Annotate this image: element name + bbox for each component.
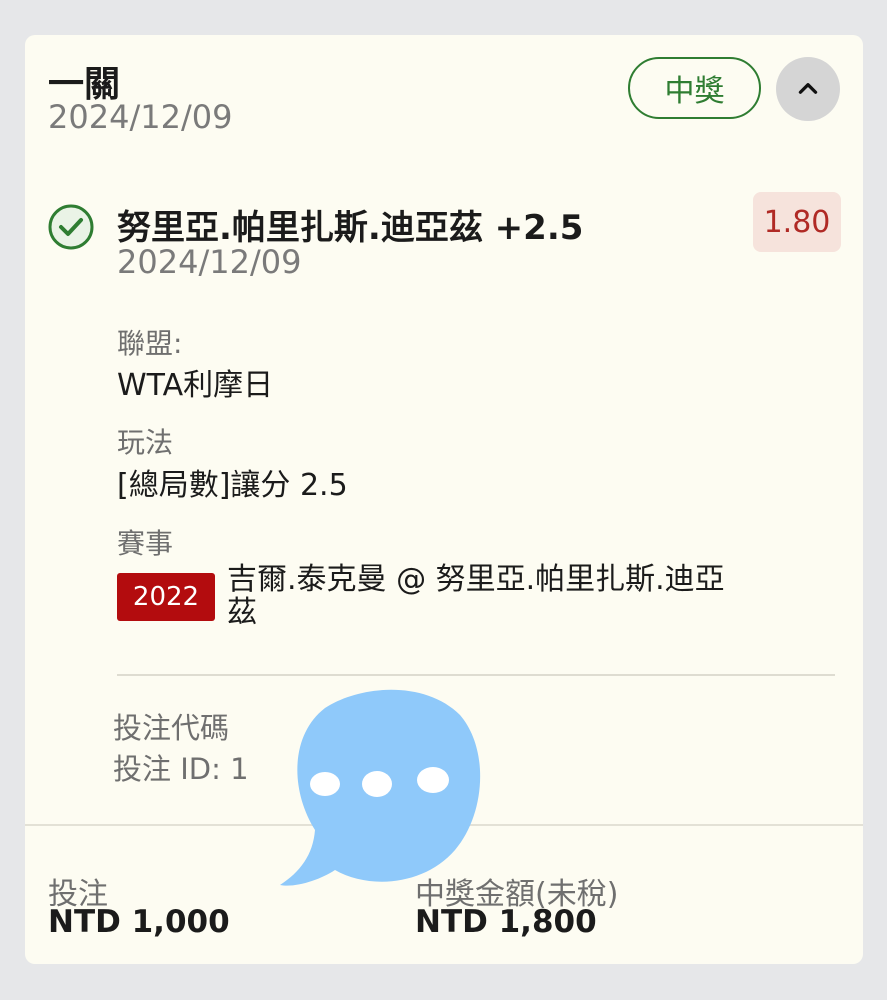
stake-value: NTD 1,000	[48, 904, 230, 940]
match-label: 賽事	[117, 527, 174, 560]
divider	[117, 674, 835, 676]
play-value: [總局數]讓分 2.5	[117, 468, 348, 503]
bet-card: 一關 2024/12/09 中獎 努里亞.帕里扎斯.迪亞茲 +2.5 2024/…	[25, 35, 863, 964]
selection-date: 2024/12/09	[117, 243, 302, 281]
league-label: 聯盟:	[117, 327, 183, 360]
check-circle-icon	[48, 204, 94, 250]
status-badge: 中獎	[628, 57, 761, 119]
selection-name: 努里亞.帕里扎斯.迪亞茲 +2.5	[117, 208, 584, 248]
odds-badge: 1.80	[753, 192, 841, 252]
league-value: WTA利摩日	[117, 368, 274, 403]
bet-code-label: 投注代碼	[113, 711, 230, 745]
bet-date: 2024/12/09	[48, 98, 233, 136]
match-value: 吉爾.泰克曼 @ 努里亞.帕里扎斯.迪亞茲	[227, 562, 725, 630]
collapse-button[interactable]	[776, 57, 840, 121]
speech-bubble-icon	[280, 689, 481, 886]
chevron-up-icon	[798, 83, 818, 94]
play-label: 玩法	[117, 426, 174, 459]
bet-id-label: 投注 ID: 1	[113, 752, 249, 786]
match-year-badge: 2022	[117, 573, 215, 621]
payout-value: NTD 1,800	[415, 904, 597, 940]
